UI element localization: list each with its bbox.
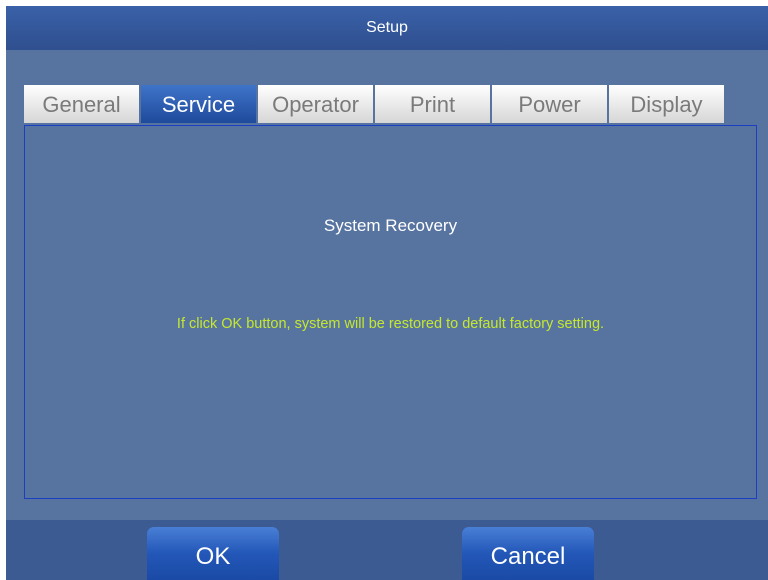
- tab-service[interactable]: Service: [141, 85, 256, 123]
- cancel-button[interactable]: Cancel: [462, 527, 594, 580]
- tab-power[interactable]: Power: [492, 85, 607, 123]
- tab-bar: General Service Operator Print Power Dis…: [24, 85, 726, 123]
- ok-button[interactable]: OK: [147, 527, 279, 580]
- setup-screen: Setup General Service Operator Print Pow…: [6, 6, 768, 580]
- footer-bar: OK Cancel: [6, 520, 768, 580]
- title-bar: Setup: [6, 6, 768, 50]
- tab-operator[interactable]: Operator: [258, 85, 373, 123]
- panel-title: System Recovery: [323, 216, 458, 235]
- warning-message: If click OK button, system will be resto…: [176, 316, 605, 332]
- service-panel: System Recovery If click OK button, syst…: [24, 125, 757, 499]
- tab-display[interactable]: Display: [609, 85, 724, 123]
- window-title: Setup: [366, 19, 408, 36]
- tab-general[interactable]: General: [24, 85, 139, 123]
- tab-print[interactable]: Print: [375, 85, 490, 123]
- body-area: General Service Operator Print Power Dis…: [6, 50, 768, 520]
